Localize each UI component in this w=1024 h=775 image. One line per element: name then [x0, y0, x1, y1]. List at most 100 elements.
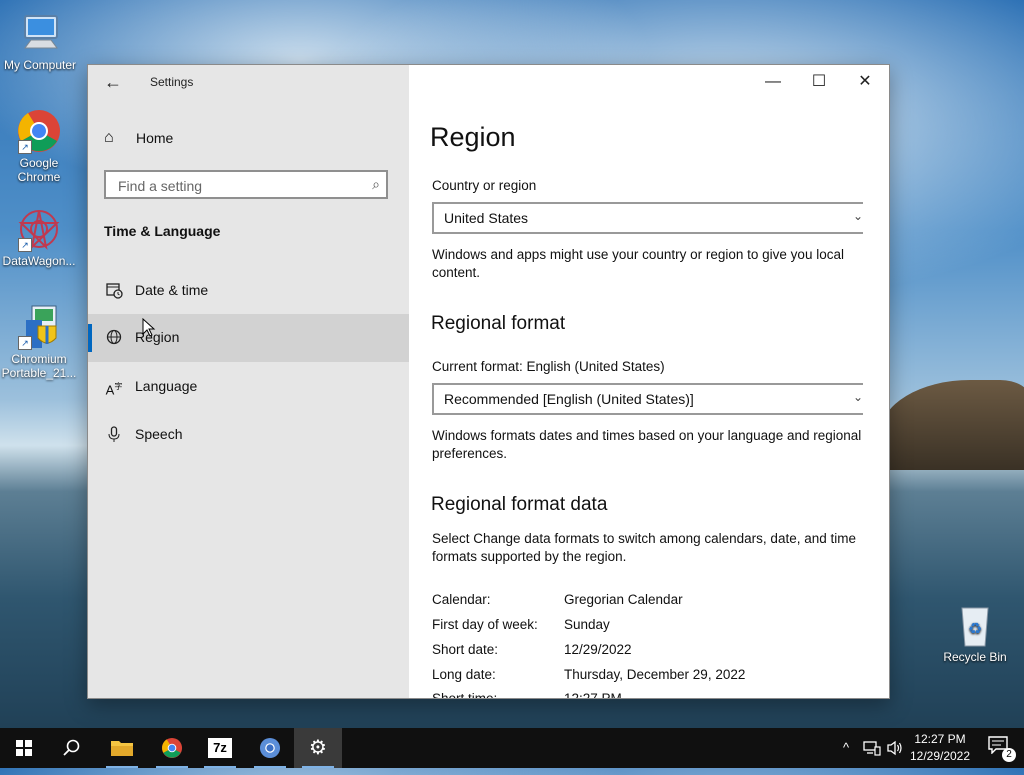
svg-text:♻: ♻ [968, 619, 982, 638]
desktop-icon-my-computer[interactable]: My Computer [0, 10, 80, 72]
format-data-description: Select Change data formats to switch amo… [432, 531, 856, 564]
sidebar-item-speech[interactable]: Speech [88, 411, 409, 459]
desktop-icon-datawagon[interactable]: ↗ DataWagon... [0, 206, 79, 268]
language-icon: A字 [105, 382, 123, 398]
desktop-icon-recycle-bin[interactable]: ♻ Recycle Bin [935, 602, 1015, 664]
desktop-icon-chromium-portable[interactable]: ↗ Chromium Portable_21... [0, 304, 79, 380]
desktop-icon-label: Recycle Bin [943, 650, 1007, 664]
network-button[interactable] [860, 728, 884, 768]
clock-time: 12:27 PM [914, 732, 966, 746]
sidebar-item-label: Date & time [135, 282, 209, 298]
sidebar: ← Settings ⌂ Home ⌕ Time & Language Date… [88, 65, 409, 698]
maximize-icon: ☐ [811, 73, 827, 90]
format-description: Windows formats dates and times based on… [432, 428, 862, 461]
chevron-down-icon: ⌄ [852, 209, 863, 223]
action-center-button[interactable]: 2 [988, 736, 1016, 762]
chromium-taskbar-button[interactable] [246, 728, 294, 768]
close-icon: ✕ [858, 73, 872, 90]
settings-taskbar-button[interactable]: ⚙ [294, 728, 342, 768]
arrow-left-icon: ← [104, 72, 122, 92]
close-button[interactable]: ✕ [842, 65, 888, 99]
recycle-bin-icon: ♻ [952, 602, 998, 648]
desktop-icon-label: DataWagon... [2, 254, 76, 268]
page-title: Region [430, 122, 516, 152]
sidebar-item-label: Language [135, 378, 198, 394]
microphone-icon [104, 425, 124, 445]
sidebar-item-region[interactable]: Region [88, 314, 409, 362]
show-hidden-icons-button[interactable]: ^ [836, 728, 856, 768]
clock[interactable]: 12:27 PM 12/29/2022 [900, 731, 980, 765]
regional-format-dropdown[interactable]: Recommended [English (United States)] ⌄ [432, 383, 863, 415]
format-data-value: Thursday, December 29, 2022 [564, 667, 746, 682]
search-icon [63, 739, 80, 756]
gear-icon: ⚙ [309, 737, 327, 759]
back-button[interactable]: ← [102, 73, 124, 93]
format-value: Recommended [English (United States)] [444, 391, 694, 407]
chrome-icon [161, 737, 183, 759]
sidebar-item-language[interactable]: A字 Language [88, 363, 409, 411]
7zip-icon: 7z [208, 738, 232, 758]
calendar-clock-icon [104, 281, 124, 301]
format-data-value: 12:27 PM [564, 691, 622, 699]
shortcut-arrow-icon: ↗ [18, 336, 32, 350]
format-data-key: Short date: [432, 642, 499, 657]
sidebar-item-date-time[interactable]: Date & time [88, 267, 409, 315]
minimize-icon: — [765, 73, 781, 90]
format-data-key: Long date: [432, 667, 496, 682]
title-bar[interactable]: ← Settings [88, 65, 409, 99]
maximize-button[interactable]: ☐ [796, 65, 842, 99]
search-button[interactable] [48, 728, 96, 768]
folder-icon [111, 741, 133, 756]
section-title: Time & Language [104, 223, 221, 239]
chrome-taskbar-button[interactable] [148, 728, 196, 768]
clock-date: 12/29/2022 [909, 749, 971, 763]
home-icon: ⌂ [104, 129, 114, 146]
app-title: Settings [150, 75, 194, 89]
datawagon-logo-icon: ↗ [16, 206, 62, 252]
format-data-value: Gregorian Calendar [564, 592, 683, 607]
chrome-icon: ↗ [16, 108, 62, 154]
windows-logo-icon [16, 740, 32, 756]
country-dropdown[interactable]: United States ⌄ [432, 202, 863, 234]
start-button[interactable] [0, 728, 48, 768]
monitor-icon [17, 10, 63, 56]
current-format-label: Current format: English (United States) [432, 359, 665, 374]
notification-badge: 2 [1002, 748, 1016, 762]
taskbar: 7z ⚙ ^ 12:27 PM 12/29/2022 2 [0, 728, 1024, 768]
mouse-cursor-icon [142, 317, 156, 343]
wallpaper-island [880, 380, 1024, 470]
settings-window: ← Settings ⌂ Home ⌕ Time & Language Date… [87, 64, 890, 699]
search-input[interactable] [116, 176, 360, 196]
content-pane: — ☐ ✕ Region Country or region United St… [409, 65, 889, 698]
format-data-key: Calendar: [432, 592, 491, 607]
chevron-down-icon: ⌄ [852, 390, 863, 404]
desktop-icon-label: My Computer [3, 58, 77, 72]
desktop-icon-label: Google Chrome [17, 156, 61, 184]
installer-icon: ↗ [16, 304, 62, 350]
network-icon [863, 741, 881, 756]
desktop-icon-label: Chromium Portable_21... [1, 352, 77, 380]
search-box: ⌕ [104, 170, 388, 199]
globe-icon [104, 328, 124, 348]
format-data-value: Sunday [564, 617, 610, 632]
regional-format-data-heading: Regional format data [431, 494, 608, 515]
home-label: Home [136, 130, 174, 146]
chromium-icon [259, 737, 281, 759]
sidebar-item-label: Speech [135, 426, 183, 442]
shortcut-arrow-icon: ↗ [18, 238, 32, 252]
minimize-button[interactable]: — [750, 65, 796, 99]
format-data-key: First day of week: [432, 617, 538, 632]
file-explorer-button[interactable] [98, 728, 146, 768]
format-data-value: 12/29/2022 [564, 642, 632, 657]
7zip-button[interactable]: 7z [196, 728, 244, 768]
home-link[interactable]: ⌂ Home [104, 127, 394, 151]
country-label: Country or region [432, 178, 537, 193]
country-description: Windows and apps might use your country … [432, 247, 844, 280]
shortcut-arrow-icon: ↗ [18, 140, 32, 154]
format-data-key: Short time: [432, 691, 498, 699]
desktop-icon-google-chrome[interactable]: ↗ Google Chrome [0, 108, 79, 184]
country-value: United States [444, 210, 529, 226]
chevron-up-icon: ^ [842, 740, 850, 755]
search-icon[interactable]: ⌕ [372, 176, 380, 193]
regional-format-heading: Regional format [431, 313, 566, 334]
